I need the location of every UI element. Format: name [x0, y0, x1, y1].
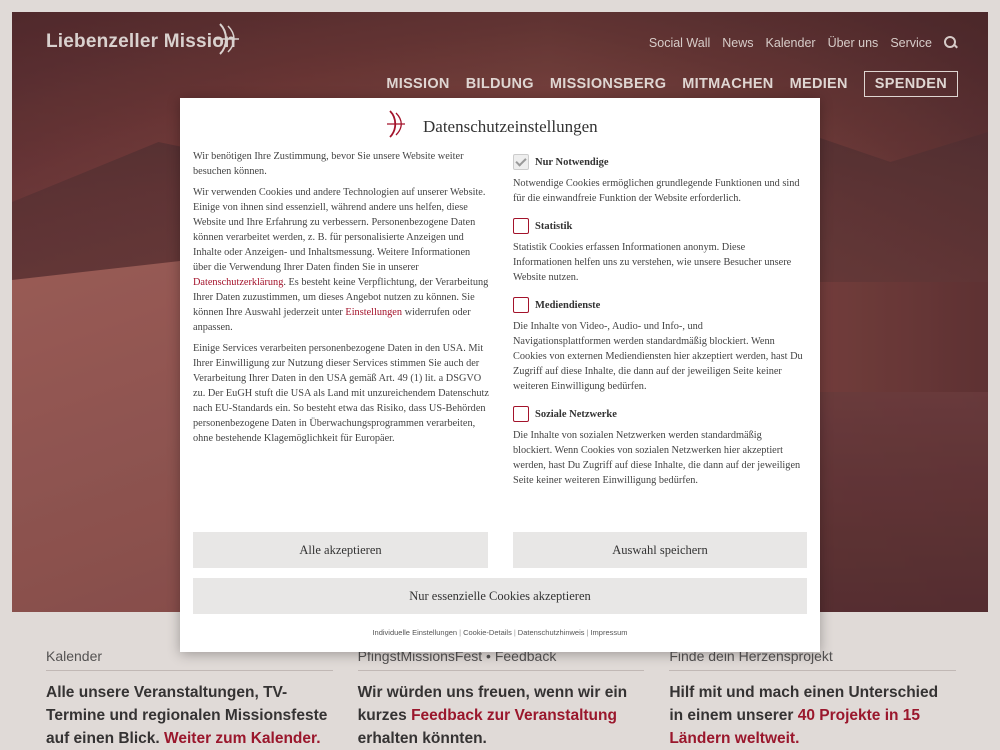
option-media: Mediendienste Die Inhalte von Video-, Au…	[513, 297, 803, 394]
option-label: Statistik	[535, 220, 573, 232]
consent-text: Wir benötigen Ihre Zustimmung, bevor Sie…	[193, 149, 489, 452]
checkbox-social[interactable]	[513, 406, 529, 422]
consent-intro: Wir benötigen Ihre Zustimmung, bevor Sie…	[193, 151, 464, 177]
checkbox-necessary[interactable]	[513, 154, 529, 170]
option-head: Mediendienste	[513, 297, 803, 313]
option-label: Soziale Netzwerke	[535, 408, 617, 420]
privacy-settings-dialog: Datenschutzeinstellungen Wir benötigen I…	[180, 98, 820, 652]
link-privacy-notice[interactable]: Datenschutzhinweis	[518, 628, 585, 637]
option-description: Die Inhalte von sozialen Netzwerken werd…	[513, 430, 801, 486]
consent-text-part: Wir verwenden Cookies und andere Technol…	[193, 187, 486, 273]
option-head: Nur Notwendige	[513, 154, 803, 170]
option-label: Mediendienste	[535, 299, 601, 311]
option-description: Notwendige Cookies ermöglichen grundlege…	[513, 178, 800, 204]
consent-options: Nur Notwendige Notwendige Cookies ermögl…	[513, 154, 803, 500]
accept-all-button[interactable]: Alle akzeptieren	[193, 532, 488, 568]
accept-essential-button[interactable]: Nur essenzielle Cookies akzeptieren	[193, 578, 807, 614]
consent-paragraph: Wir verwenden Cookies und andere Technol…	[193, 185, 489, 335]
dialog-header: Datenschutzeinstellungen	[180, 110, 820, 140]
option-description: Statistik Cookies erfassen Informationen…	[513, 242, 792, 283]
dialog-logo-icon	[387, 110, 405, 138]
save-selection-button[interactable]: Auswahl speichern	[513, 532, 807, 568]
option-label: Nur Notwendige	[535, 156, 609, 168]
link-imprint[interactable]: Impressum	[590, 628, 627, 637]
option-head: Statistik	[513, 218, 803, 234]
option-description: Die Inhalte von Video-, Audio- und Info-…	[513, 321, 803, 392]
option-head: Soziale Netzwerke	[513, 406, 803, 422]
checkbox-statistics[interactable]	[513, 218, 529, 234]
link-individual-settings[interactable]: Individuelle Einstellungen	[372, 628, 457, 637]
dialog-footer-links: Individuelle Einstellungen | Cookie-Detail…	[180, 628, 820, 637]
privacy-policy-link[interactable]: Datenschutzerklärung	[193, 277, 283, 288]
consent-us-notice: Einige Services verarbeiten personenbezo…	[193, 343, 489, 444]
option-necessary: Nur Notwendige Notwendige Cookies ermögl…	[513, 154, 803, 206]
option-statistics: Statistik Statistik Cookies erfassen Inf…	[513, 218, 803, 285]
settings-link[interactable]: Einstellungen	[345, 307, 402, 318]
checkbox-media[interactable]	[513, 297, 529, 313]
dialog-title: Datenschutzeinstellungen	[423, 117, 598, 136]
link-cookie-details[interactable]: Cookie-Details	[463, 628, 512, 637]
option-social: Soziale Netzwerke Die Inhalte von sozial…	[513, 406, 803, 488]
